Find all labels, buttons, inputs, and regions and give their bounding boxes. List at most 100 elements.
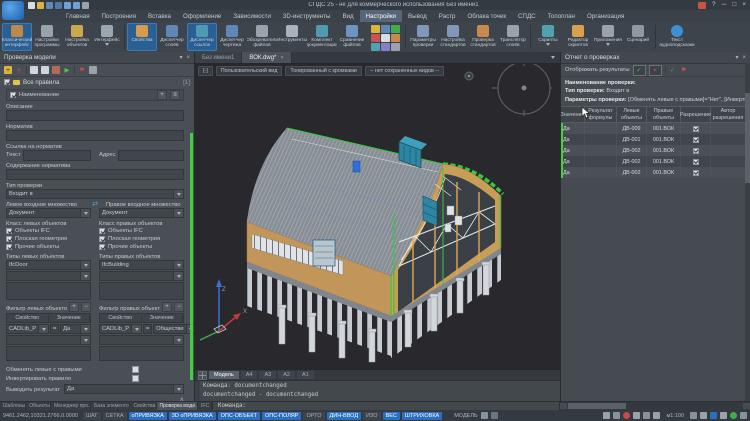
toggle-lineweight[interactable]: ВЕС	[383, 412, 400, 420]
right-filter-property[interactable]: CADLib_P	[99, 324, 142, 334]
scrollbar-thumb[interactable]	[568, 403, 626, 409]
swap-left-right-row[interactable]: Обменять левые с правыми	[6, 365, 184, 374]
viewport-lock-icon[interactable]	[491, 412, 498, 419]
left-set-dropdown[interactable]: Документ	[6, 208, 91, 218]
audio-hint-text-button[interactable]: Текст аудиоподсказки	[658, 23, 696, 51]
drawing-manager-button[interactable]: Диспетчер чертежа	[217, 23, 247, 51]
toggle-osnap[interactable]: оПРИВЯЗКА	[129, 412, 167, 420]
left-filter-op[interactable]: =	[50, 324, 59, 334]
toggle-iso[interactable]: ИЗО	[363, 412, 381, 420]
tools-button[interactable]: Инструменты	[277, 23, 307, 51]
toggle-ortho[interactable]: ОРТО	[303, 412, 324, 420]
magnifier-minus-icon[interactable]	[720, 412, 727, 419]
resolution-checkbox[interactable]	[693, 159, 699, 165]
links-manager-button[interactable]: Диспетчер ссылок	[187, 23, 217, 51]
show-passed-toggle[interactable]: ✓	[633, 65, 646, 76]
checkbox[interactable]	[99, 244, 105, 250]
notification-icon[interactable]	[698, 2, 706, 9]
panel-tab-objects[interactable]: Объекты	[26, 402, 51, 410]
checkbox[interactable]	[6, 236, 12, 242]
left-filter-empty-row[interactable]	[6, 335, 91, 345]
tab-3d-instrumenty[interactable]: 3D-инструменты	[277, 10, 337, 22]
toggle-otrack-polar[interactable]: ОПС-ПОЛЯР	[262, 412, 301, 420]
tab-rastr[interactable]: Растр	[433, 10, 462, 22]
close-icon[interactable]: ×	[186, 55, 190, 61]
right-filter-remove-button[interactable]: −	[174, 302, 184, 312]
dropdown-button[interactable]	[80, 325, 90, 333]
left-filter-value[interactable]: Да	[60, 324, 91, 334]
zoom-icon[interactable]	[700, 412, 707, 419]
swap-sets-icon[interactable]: ⇄	[92, 201, 98, 208]
mini-tool-icon[interactable]	[381, 43, 390, 51]
scripts-button[interactable]: Скрипты	[533, 23, 563, 51]
model-space-indicator[interactable]: МОДЕЛЬ	[454, 412, 497, 419]
layout-tab-a2[interactable]: А2	[278, 371, 295, 379]
left-filter-property[interactable]: CADLib_P	[6, 324, 49, 334]
table-row[interactable]: Да ДВ-001 001.ВОК	[561, 134, 750, 145]
dropdown-button[interactable]	[173, 272, 183, 280]
interface-button[interactable]: Интерфейс	[92, 23, 122, 51]
panel-tab-ifc[interactable]: IFC	[198, 402, 212, 410]
layers-manager-button[interactable]: Диспетчер слоёв	[157, 23, 187, 51]
right-type-dropdown-2[interactable]	[99, 271, 184, 281]
pin-icon[interactable]: ▾	[735, 55, 738, 61]
tab-topoplan[interactable]: Топоплан	[542, 10, 581, 22]
script-editor-button[interactable]: Редактор скриптов	[563, 23, 593, 51]
run-check-icon[interactable]: ▶	[63, 66, 71, 74]
table-row[interactable]: Да ДВ-009 001.ВОК	[561, 123, 750, 134]
paste-icon[interactable]	[41, 66, 49, 74]
program-settings-button[interactable]: Настройки программы	[32, 23, 62, 51]
file-explorer-button[interactable]: Обозреватель файлов	[247, 23, 277, 51]
workspace-icon[interactable]	[690, 412, 697, 419]
undo-icon[interactable]	[64, 2, 71, 9]
export-icon[interactable]	[52, 66, 60, 74]
save-icon[interactable]	[46, 2, 53, 9]
dropdown-button[interactable]	[131, 325, 141, 333]
fullscreen-icon[interactable]	[740, 412, 747, 419]
address-input[interactable]	[118, 150, 184, 161]
toggle-hatch[interactable]: ШТРИХОВКА	[402, 412, 442, 420]
command-history[interactable]: Команда: documentchanged documentchanged…	[195, 380, 560, 401]
left-class-flat[interactable]: Плоская геометрия	[6, 235, 91, 243]
settings-box-icon[interactable]	[89, 66, 97, 74]
close-button[interactable]: ×	[742, 2, 746, 9]
tab-organizatsiya[interactable]: Организация	[581, 10, 630, 22]
toggle-otrack-object[interactable]: ОПС-ОБЪЕКТ	[218, 412, 260, 420]
rule-checkbox[interactable]	[4, 79, 10, 85]
minimize-button[interactable]: ─	[722, 2, 727, 9]
annotation-visibility-icon[interactable]	[603, 412, 610, 419]
panel-tab-model-check[interactable]: Проверка моде...	[157, 402, 199, 410]
table-row[interactable]: Да ДВ-002 001.ВОК	[561, 156, 750, 167]
mini-tool-icon[interactable]	[371, 25, 380, 33]
pan-icon[interactable]	[710, 412, 717, 419]
left-type-dropdown-2[interactable]	[6, 271, 91, 281]
dropdown-button[interactable]	[173, 336, 183, 344]
scrollbar-thumb[interactable]	[745, 93, 750, 183]
output-result-dropdown[interactable]: Да	[64, 384, 184, 394]
scroll-left-arrow[interactable]	[560, 403, 567, 409]
right-type-dropdown[interactable]: IfcBuilding	[99, 260, 184, 270]
tab-zavisimosti[interactable]: Зависимости	[227, 10, 277, 22]
command-input[interactable]: Команда:	[212, 402, 559, 410]
check-parameters-button[interactable]: Параметры проверки	[408, 23, 438, 51]
right-filter-empty-row[interactable]	[99, 335, 184, 345]
tab-vyvod[interactable]: Вывод	[402, 10, 433, 22]
normative-input[interactable]	[6, 130, 184, 141]
left-filter-list[interactable]	[6, 346, 91, 361]
tab-glavnaya[interactable]: Главная	[60, 10, 96, 22]
checkbox[interactable]	[99, 228, 105, 234]
command-window-grip[interactable]	[195, 381, 200, 401]
left-filter-add-button[interactable]: +	[69, 302, 79, 312]
mini-tool-icon[interactable]	[391, 34, 400, 42]
panel-tab-properties[interactable]: Свойства	[130, 402, 156, 410]
mini-tool-icon[interactable]	[391, 25, 400, 33]
dropdown-button[interactable]	[38, 325, 48, 333]
mini-tools-cluster[interactable]	[367, 23, 403, 51]
description-input[interactable]	[6, 110, 184, 121]
tab-nastroyki[interactable]: Настройки	[360, 10, 402, 22]
dropdown-button[interactable]	[173, 190, 183, 198]
resolution-checkbox[interactable]	[693, 170, 699, 176]
applications-button[interactable]: Приложения	[593, 23, 623, 51]
invert-rule-row[interactable]: Инвертировать правило	[6, 374, 184, 383]
tab-postroeniya[interactable]: Построения	[96, 10, 142, 22]
